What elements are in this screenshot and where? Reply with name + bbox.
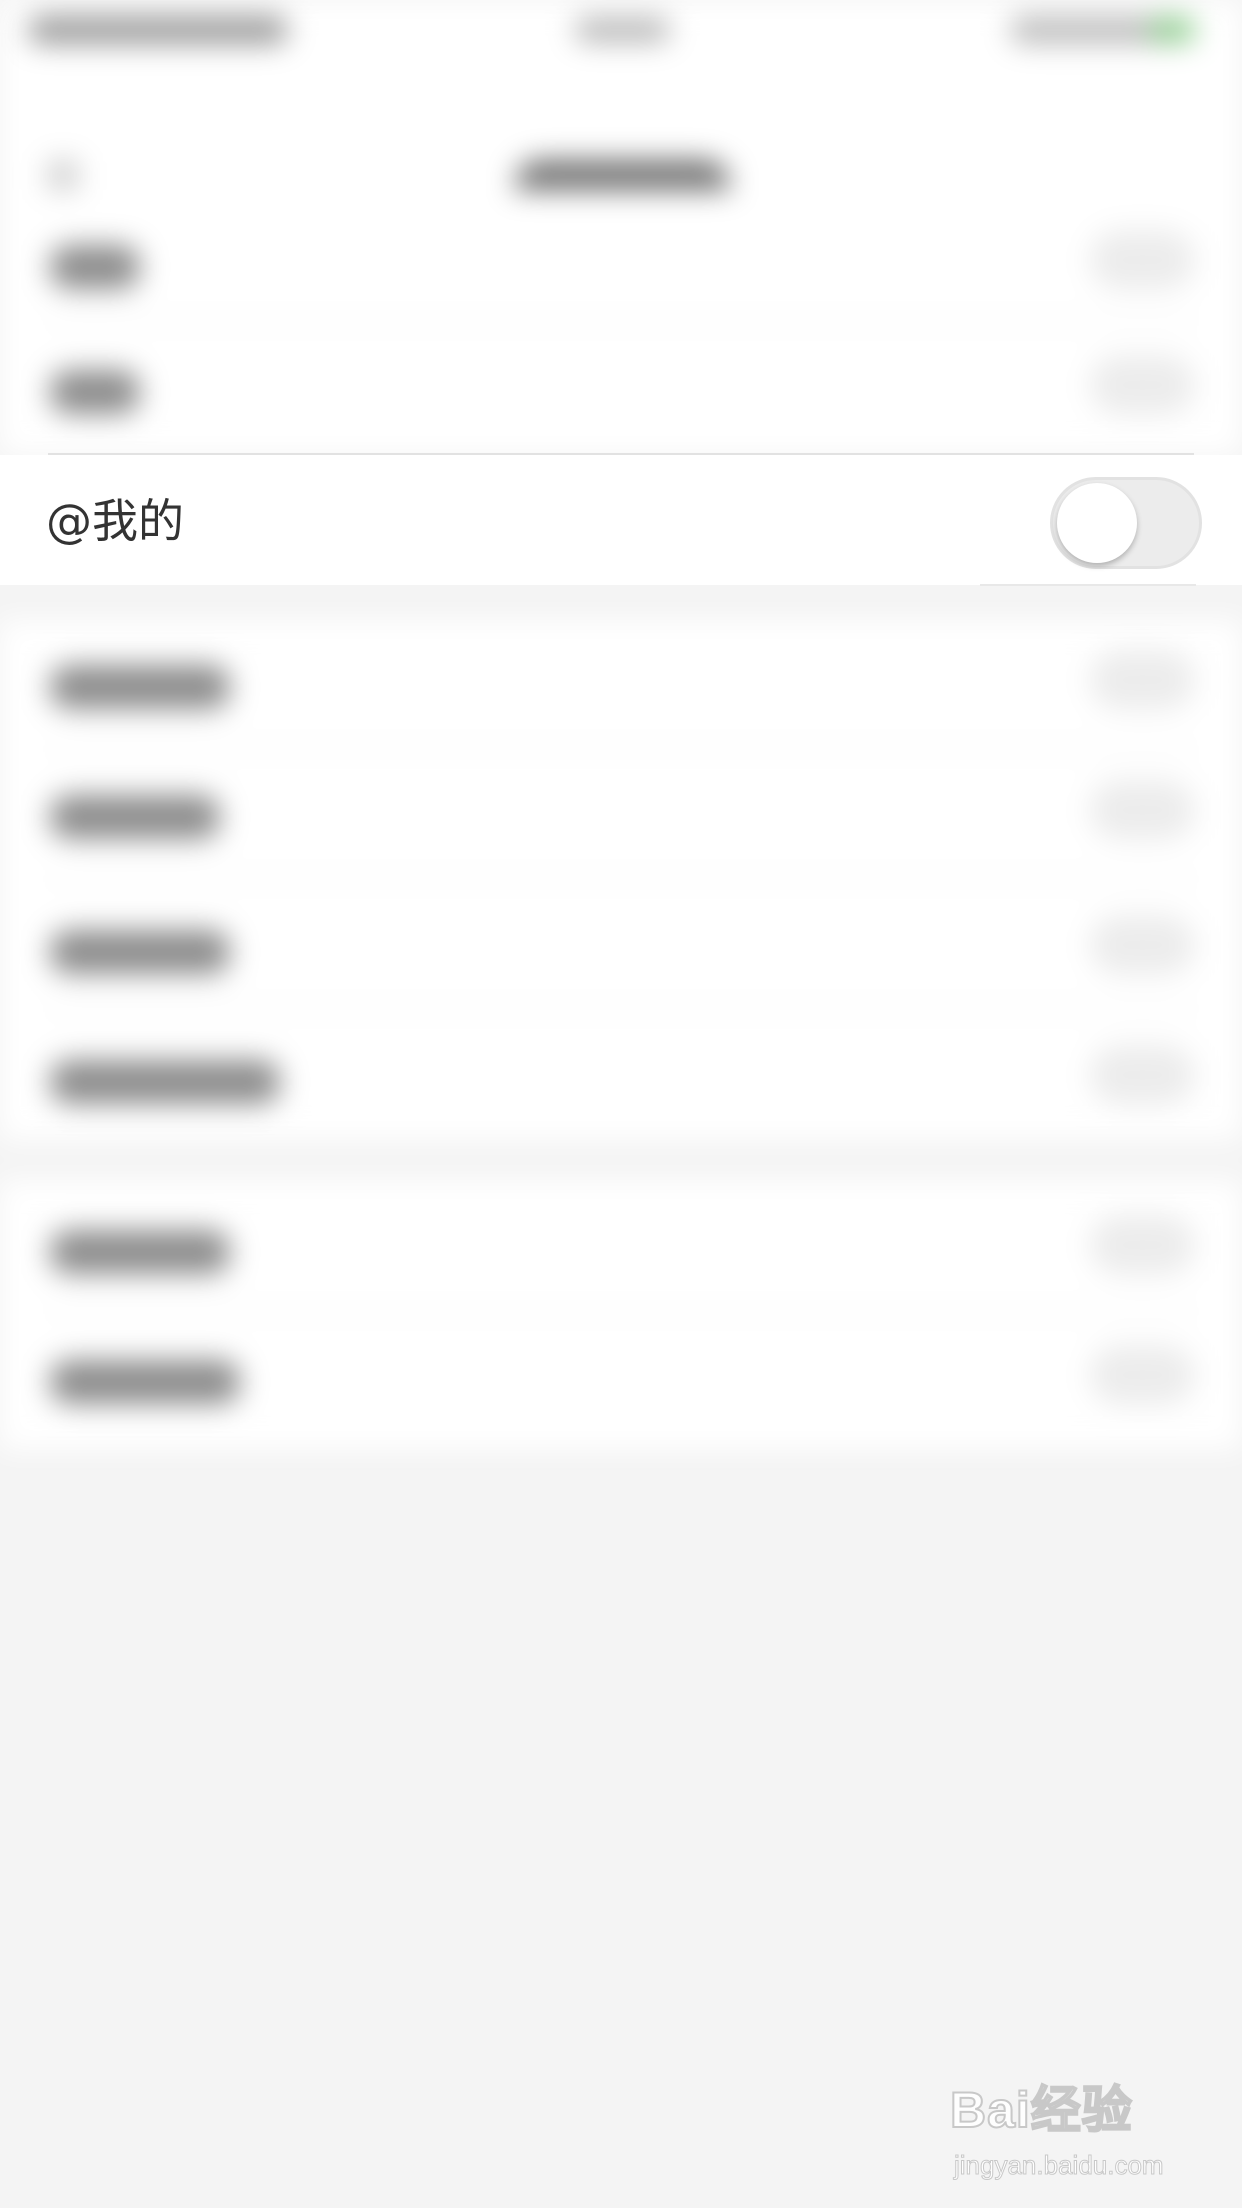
settings-row-mentions: @我的 — [0, 455, 1242, 585]
row-label-blurred — [50, 665, 230, 709]
row-label-blurred — [50, 370, 140, 414]
divider — [48, 1008, 1194, 1010]
clock-blurred — [575, 18, 670, 42]
row-label-blurred — [50, 1060, 280, 1104]
row-toggle-blurred[interactable] — [1090, 1215, 1195, 1275]
row-label-blurred — [50, 1230, 230, 1274]
mentions-label: @我的 — [46, 494, 184, 548]
blurred-background — [0, 0, 1242, 2208]
carrier-signal-blurred — [28, 16, 288, 44]
mentions-toggle[interactable] — [1050, 477, 1202, 569]
settings-group-3 — [0, 1180, 1242, 1450]
row-label-blurred — [50, 1360, 240, 1404]
row-toggle-blurred[interactable] — [1090, 780, 1195, 840]
divider — [980, 584, 1196, 586]
row-toggle-blurred[interactable] — [1090, 1045, 1195, 1105]
watermark-url: jingyan.baidu.com — [954, 2150, 1165, 2181]
divider — [48, 320, 1194, 322]
row-label-blurred — [50, 245, 140, 289]
row-toggle-blurred[interactable] — [1090, 230, 1195, 290]
notification-settings-screen: @我的 Bai经验 jingyan.baidu.com — [0, 0, 1242, 2208]
settings-group-2 — [0, 620, 1242, 1140]
divider — [48, 878, 1194, 880]
toggle-knob — [1057, 483, 1137, 563]
navigation-bar — [0, 60, 1242, 212]
battery-icon — [1150, 18, 1195, 42]
settings-group-1 — [0, 190, 1242, 455]
baidu-jingyan-watermark: Bai经验 jingyan.baidu.com — [949, 2070, 1190, 2190]
row-toggle-blurred[interactable] — [1090, 355, 1195, 415]
divider — [48, 1310, 1194, 1312]
watermark-logo: Bai经验 — [949, 2081, 1133, 2139]
row-label-blurred — [50, 795, 220, 839]
divider — [48, 748, 1194, 750]
row-toggle-blurred[interactable] — [1090, 915, 1195, 975]
row-toggle-blurred[interactable] — [1090, 650, 1195, 710]
status-bar — [0, 0, 1242, 60]
row-toggle-blurred[interactable] — [1090, 1345, 1195, 1405]
row-label-blurred — [50, 930, 230, 974]
